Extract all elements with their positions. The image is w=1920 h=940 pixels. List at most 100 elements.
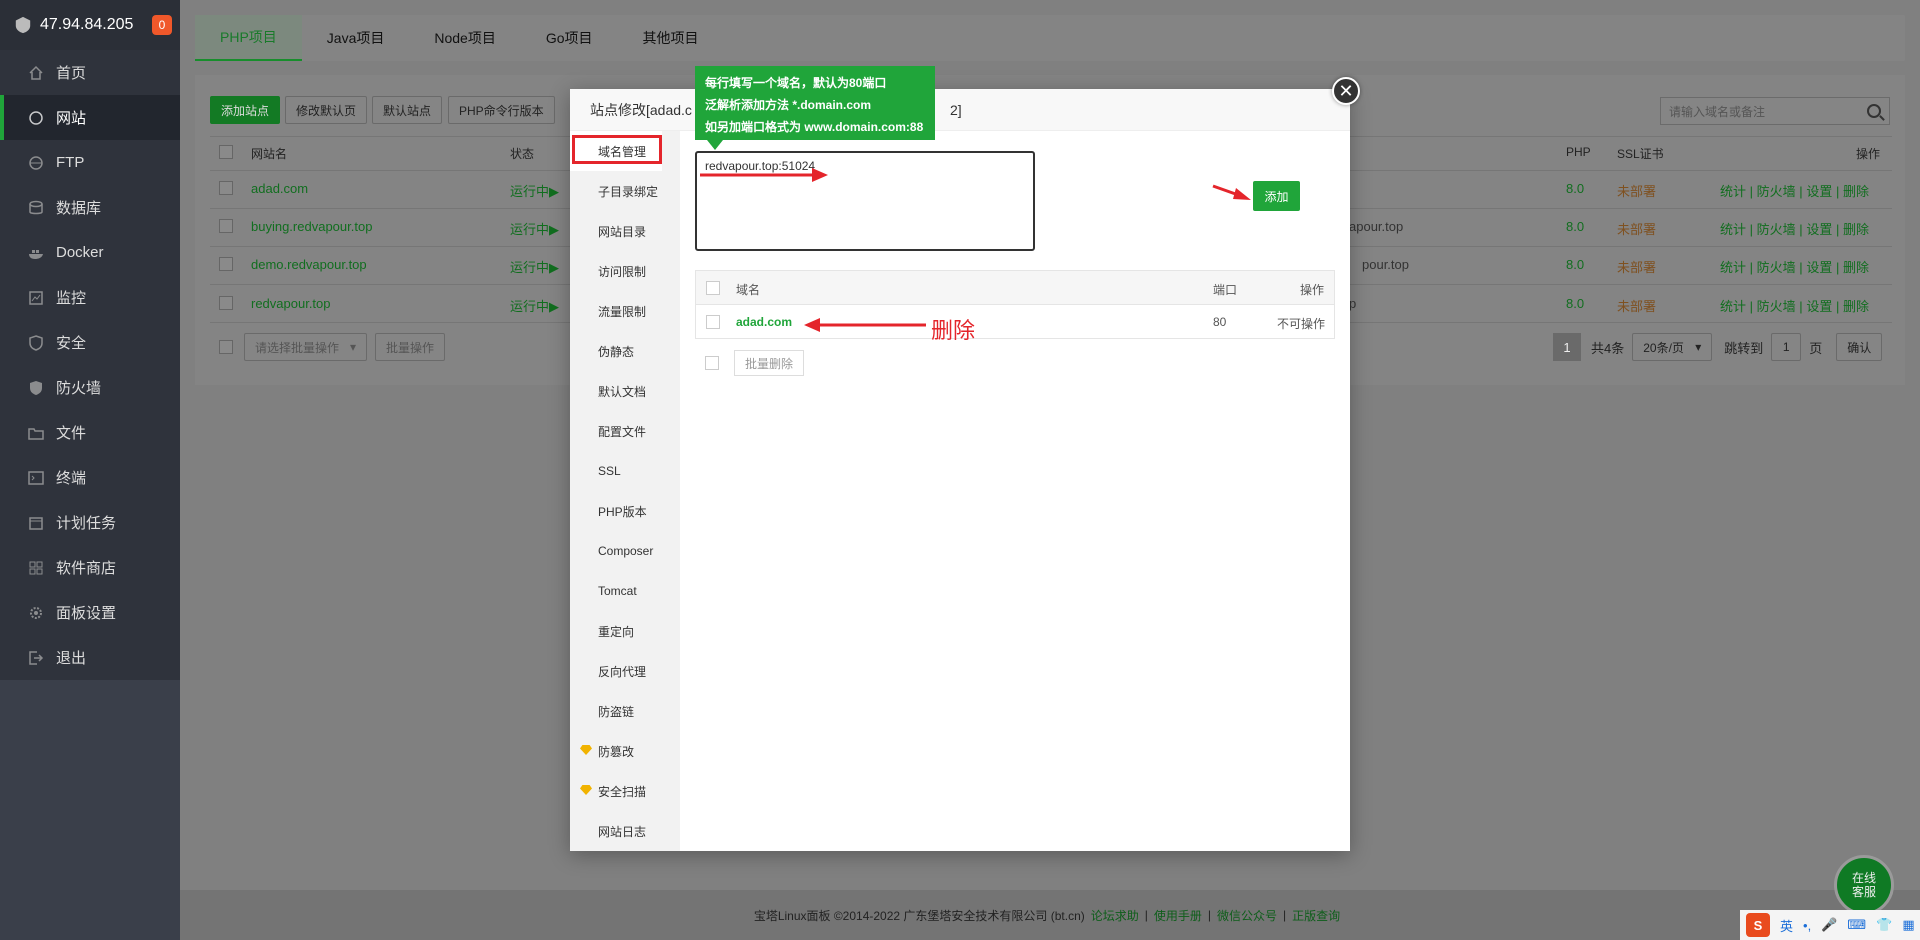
microphone-icon[interactable]: 🎤 [1821,917,1837,933]
site-status[interactable]: 运行中▶ [510,181,559,200]
batch-op-select[interactable]: 请选择批量操作 ▾ [244,333,367,361]
site-ssl[interactable]: 未部署 [1617,257,1656,276]
site-status[interactable]: 运行中▶ [510,257,559,276]
delete-link[interactable]: 删除 [1843,260,1869,275]
site-name-link[interactable]: redvapour.top [251,296,331,311]
bulk-delete-button[interactable]: 批量删除 [734,350,804,376]
sidebar-item-store[interactable]: 软件商店 [0,545,180,590]
nav-hotlink[interactable]: 防盗链 [570,691,680,731]
settings-link[interactable]: 设置 [1806,184,1832,199]
skin-shirt-icon[interactable]: 👕 [1876,917,1892,933]
goto-page-input[interactable]: 1 [1771,333,1802,361]
site-php[interactable]: 8.0 [1566,257,1584,272]
site-php[interactable]: 8.0 [1566,181,1584,196]
search-icon[interactable] [1867,104,1881,118]
nav-site-dir[interactable]: 网站目录 [570,211,680,251]
license-link[interactable]: 正版查询 [1292,907,1340,924]
sogou-logo-icon[interactable]: S [1746,913,1770,937]
online-service-button[interactable]: 在线 客服 [1834,855,1894,915]
site-ssl[interactable]: 未部署 [1617,296,1656,315]
site-ssl[interactable]: 未部署 [1617,181,1656,200]
firewall-link[interactable]: 防火墙 [1757,260,1796,275]
firewall-link[interactable]: 防火墙 [1757,184,1796,199]
sidebar-item-panel-settings[interactable]: 面板设置 [0,590,180,635]
manual-link[interactable]: 使用手册 [1154,907,1202,924]
site-name-link[interactable]: buying.redvapour.top [251,219,372,234]
stats-link[interactable]: 统计 [1720,260,1746,275]
domain-row-checkbox[interactable] [706,315,720,329]
delete-link[interactable]: 删除 [1843,222,1869,237]
wechat-link[interactable]: 微信公众号 [1217,907,1277,924]
nav-tamper-proof[interactable]: 防篡改 [570,731,680,771]
sidebar-item-website[interactable]: 网站 [0,95,180,140]
nav-redirect[interactable]: 重定向 [570,611,680,651]
nav-reverse-proxy[interactable]: 反向代理 [570,651,680,691]
stats-link[interactable]: 统计 [1720,184,1746,199]
row-checkbox[interactable] [219,296,233,310]
site-status[interactable]: 运行中▶ [510,296,559,315]
site-name-link[interactable]: demo.redvapour.top [251,257,367,272]
stats-link[interactable]: 统计 [1720,299,1746,314]
col-site-name[interactable]: 网站名 [251,145,287,162]
row-checkbox[interactable] [219,257,233,271]
delete-link[interactable]: 删除 [1843,184,1869,199]
settings-link[interactable]: 设置 [1806,222,1832,237]
per-page-select[interactable]: 20条/页 ▾ [1632,333,1713,361]
tab-java[interactable]: Java项目 [302,15,410,61]
notification-badge[interactable]: 0 [152,15,172,35]
tab-php[interactable]: PHP项目 [195,15,302,61]
site-status[interactable]: 运行中▶ [510,219,559,238]
grid-menu-icon[interactable]: ▦ [1902,917,1914,933]
domain-select-all-checkbox[interactable] [706,281,720,295]
nav-security-scan[interactable]: 安全扫描 [570,771,680,811]
batch-select-all-checkbox[interactable] [219,340,233,354]
ime-lang-toggle[interactable]: 英 [1780,916,1793,935]
sidebar-item-docker[interactable]: Docker [0,230,180,275]
tab-other[interactable]: 其他项目 [618,15,724,61]
page-current[interactable]: 1 [1553,333,1581,361]
firewall-link[interactable]: 防火墙 [1757,222,1796,237]
nav-rewrite[interactable]: 伪静态 [570,331,680,371]
php-cli-version-button[interactable]: PHP命令行版本 [448,96,555,124]
site-ssl[interactable]: 未部署 [1617,219,1656,238]
site-name-link[interactable]: adad.com [251,181,308,196]
site-php[interactable]: 8.0 [1566,219,1584,234]
nav-default-doc[interactable]: 默认文档 [570,371,680,411]
forum-link[interactable]: 论坛求助 [1091,907,1139,924]
add-site-button[interactable]: 添加站点 [210,96,281,124]
delete-link[interactable]: 删除 [1843,299,1869,314]
sidebar-item-terminal[interactable]: 终端 [0,455,180,500]
nav-subdir-binding[interactable]: 子目录绑定 [570,171,680,211]
edit-default-page-button[interactable]: 修改默认页 [285,96,368,124]
nav-traffic-limit[interactable]: 流量限制 [570,291,680,331]
nav-config-file[interactable]: 配置文件 [570,411,680,451]
firewall-link[interactable]: 防火墙 [1757,299,1796,314]
search-input[interactable]: 请输入域名或备注 [1660,97,1890,125]
settings-link[interactable]: 设置 [1806,260,1832,275]
stats-link[interactable]: 统计 [1720,222,1746,237]
sidebar-item-home[interactable]: 首页 [0,50,180,95]
nav-php-version[interactable]: PHP版本 [570,491,680,531]
select-all-checkbox[interactable] [219,145,233,159]
settings-link[interactable]: 设置 [1806,299,1832,314]
sidebar-item-ftp[interactable]: FTP [0,140,180,185]
nav-access-limit[interactable]: 访问限制 [570,251,680,291]
close-icon[interactable]: ✕ [1332,77,1360,105]
row-checkbox[interactable] [219,219,233,233]
site-php[interactable]: 8.0 [1566,296,1584,311]
sidebar-item-database[interactable]: 数据库 [0,185,180,230]
batch-op-button[interactable]: 批量操作 [375,333,446,361]
goto-confirm-button[interactable]: 确认 [1836,333,1883,361]
bulk-select-checkbox[interactable] [705,356,719,370]
nav-composer[interactable]: Composer [570,531,680,571]
sidebar-item-cron[interactable]: 计划任务 [0,500,180,545]
row-checkbox[interactable] [219,181,233,195]
domain-name[interactable]: adad.com [736,315,792,329]
keyboard-icon[interactable]: ⌨ [1847,917,1866,933]
sidebar-item-monitor[interactable]: 监控 [0,275,180,320]
sidebar-item-firewall[interactable]: 防火墙 [0,365,180,410]
add-domain-button[interactable]: 添加 [1253,181,1300,211]
default-site-button[interactable]: 默认站点 [372,96,443,124]
sidebar-item-logout[interactable]: 退出 [0,635,180,680]
sidebar-item-security[interactable]: 安全 [0,320,180,365]
